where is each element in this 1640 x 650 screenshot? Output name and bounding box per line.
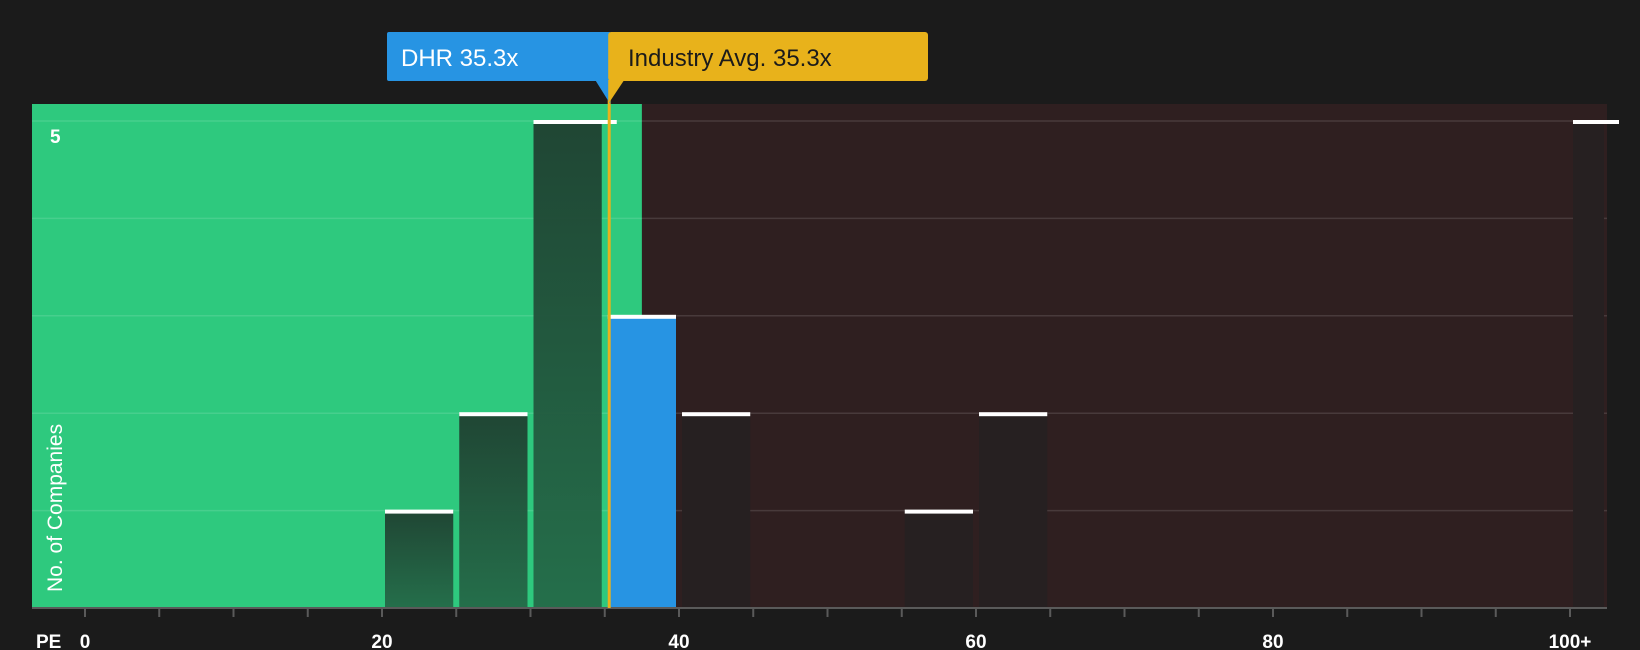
- x-tick-label: 60: [965, 632, 986, 650]
- x-tick-label: 40: [668, 632, 689, 650]
- industry-avg-label-text: Industry Avg. 35.3x: [628, 45, 832, 72]
- histogram-bar: [979, 413, 1048, 608]
- chart-svg: 0 20 40 60 80 100+ PE 5 No. of Companies DHR 35.…: [32, 32, 1619, 650]
- histogram-bar: [682, 413, 751, 608]
- bar-cap: [1573, 120, 1619, 124]
- histogram-bar: [904, 510, 973, 608]
- overvalued-zone: [641, 104, 1607, 608]
- histogram-bar: [385, 510, 454, 608]
- bar-cap: [682, 412, 751, 417]
- company-label-text: DHR 35.3x: [401, 45, 518, 72]
- histogram-bar: [459, 413, 528, 608]
- x-axis-label: PE: [36, 632, 61, 650]
- x-tick-label: 0: [80, 632, 91, 650]
- x-tick-label: 100+: [1549, 632, 1592, 650]
- bar-cap: [607, 314, 676, 319]
- bar-cap: [385, 509, 454, 514]
- bar-cap: [533, 120, 617, 124]
- x-tick-label: 80: [1262, 632, 1283, 650]
- x-tick-label: 20: [371, 632, 392, 650]
- bar-cap: [979, 412, 1048, 417]
- bar-cap: [459, 412, 528, 417]
- bar-cap: [904, 509, 973, 514]
- histogram-bar: [533, 121, 602, 608]
- histogram-bar: [607, 315, 676, 608]
- y-tick-label: 5: [50, 127, 61, 148]
- pe-distribution-chart: 0 20 40 60 80 100+ PE 5 No. of Companies DHR 35.…: [0, 0, 1640, 650]
- y-axis-label: No. of Companies: [44, 424, 67, 592]
- histogram-bar: [1573, 121, 1604, 608]
